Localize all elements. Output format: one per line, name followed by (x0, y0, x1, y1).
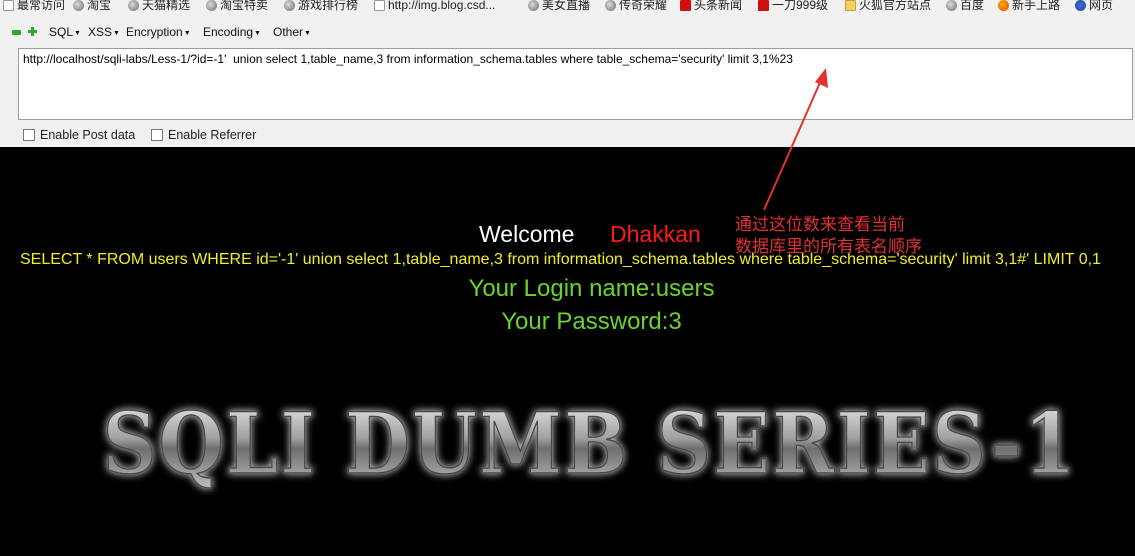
bookmark-live[interactable]: 美女直播 (528, 0, 590, 13)
bookmark-taobao[interactable]: 淘宝 (73, 0, 111, 13)
page-content: Welcome Dhakkan SELECT * FROM users WHER… (0, 147, 1135, 556)
menu-encoding[interactable]: Encoding▼ (203, 24, 261, 40)
bookmark-most-visited[interactable]: 最常访问 (3, 0, 65, 13)
caret-down-icon: ▼ (113, 30, 120, 37)
hackbar-toolbar: SQL▼ XSS▼ Encryption▼ Encoding▼ Other▼ (0, 14, 1135, 48)
globe-icon (946, 0, 957, 12)
caret-down-icon: ▼ (254, 30, 261, 37)
caret-down-icon: ▼ (183, 30, 191, 37)
folder-icon (845, 0, 856, 12)
globe-icon (284, 0, 295, 12)
enable-post-checkbox[interactable]: Enable Post data (23, 128, 135, 142)
sql-query-text: SELECT * FROM users WHERE id='-1' union … (20, 251, 1101, 268)
bookmark-news[interactable]: 头条新闻 (680, 0, 742, 13)
bookmark-legend[interactable]: 传奇荣耀 (605, 0, 667, 13)
banner-logo: SQLI DUMB SERIES-1 (102, 395, 1078, 494)
bookmark-game-rank[interactable]: 游戏排行榜 (284, 0, 358, 13)
menu-sql[interactable]: SQL▼ (49, 24, 81, 40)
plus-icon[interactable] (28, 27, 37, 36)
welcome-text: Welcome (479, 221, 575, 247)
doc-icon (3, 0, 14, 12)
bookmark-web[interactable]: 网页 (1075, 0, 1113, 13)
caret-down-icon: ▼ (304, 30, 311, 37)
login-name-text: Your Login name:users (468, 275, 715, 302)
bookmark-taobao-sale[interactable]: 淘宝特卖 (206, 0, 268, 13)
username-text: Dhakkan (610, 221, 701, 247)
url-textarea[interactable]: http://localhost/sqli-labs/Less-1/?id=-1… (18, 48, 1133, 120)
checkbox-icon[interactable] (151, 129, 163, 141)
minus-icon[interactable] (12, 30, 21, 35)
news-icon (680, 0, 691, 12)
checkbox-icon[interactable] (23, 129, 35, 141)
paw-icon (1075, 0, 1086, 12)
hackbar-url-panel: http://localhost/sqli-labs/Less-1/?id=-1… (0, 48, 1135, 147)
globe-icon (128, 0, 139, 12)
menu-other[interactable]: Other▼ (273, 24, 311, 40)
bookmark-tmall[interactable]: 天猫精选 (128, 0, 190, 13)
game-icon (758, 0, 769, 12)
globe-icon (605, 0, 616, 12)
password-text: Your Password:3 (501, 308, 682, 335)
bookmark-firefox-site[interactable]: 火狐官方站点 (845, 0, 931, 13)
annotation-line-1: 通过这位数来查看当前 (735, 215, 905, 234)
bookmark-baidu[interactable]: 百度 (946, 0, 984, 13)
bookmark-img-blog[interactable]: http://img.blog.csd... (374, 0, 495, 13)
bookmarks-bar: 最常访问 淘宝 天猫精选 淘宝特卖 游戏排行榜 http://img.blog.… (0, 0, 1135, 14)
globe-icon (528, 0, 539, 12)
bookmark-getting-started[interactable]: 新手上路 (998, 0, 1060, 13)
menu-encryption[interactable]: Encryption▼ (126, 24, 191, 40)
firefox-icon (998, 0, 1009, 12)
bookmark-game[interactable]: 一刀999级 (758, 0, 828, 13)
globe-icon (206, 0, 217, 12)
annotation-note: 通过这位数来查看当前 数据库里的所有表名顺序 (735, 214, 922, 258)
annotation-line-2: 数据库里的所有表名顺序 (735, 237, 922, 256)
menu-xss[interactable]: XSS▼ (88, 24, 120, 40)
globe-icon (73, 0, 84, 12)
banner-text: SQLI DUMB SERIES-1 (103, 395, 1078, 493)
caret-down-icon: ▼ (74, 30, 81, 37)
enable-referrer-checkbox[interactable]: Enable Referrer (151, 128, 256, 142)
doc-icon (374, 0, 385, 12)
